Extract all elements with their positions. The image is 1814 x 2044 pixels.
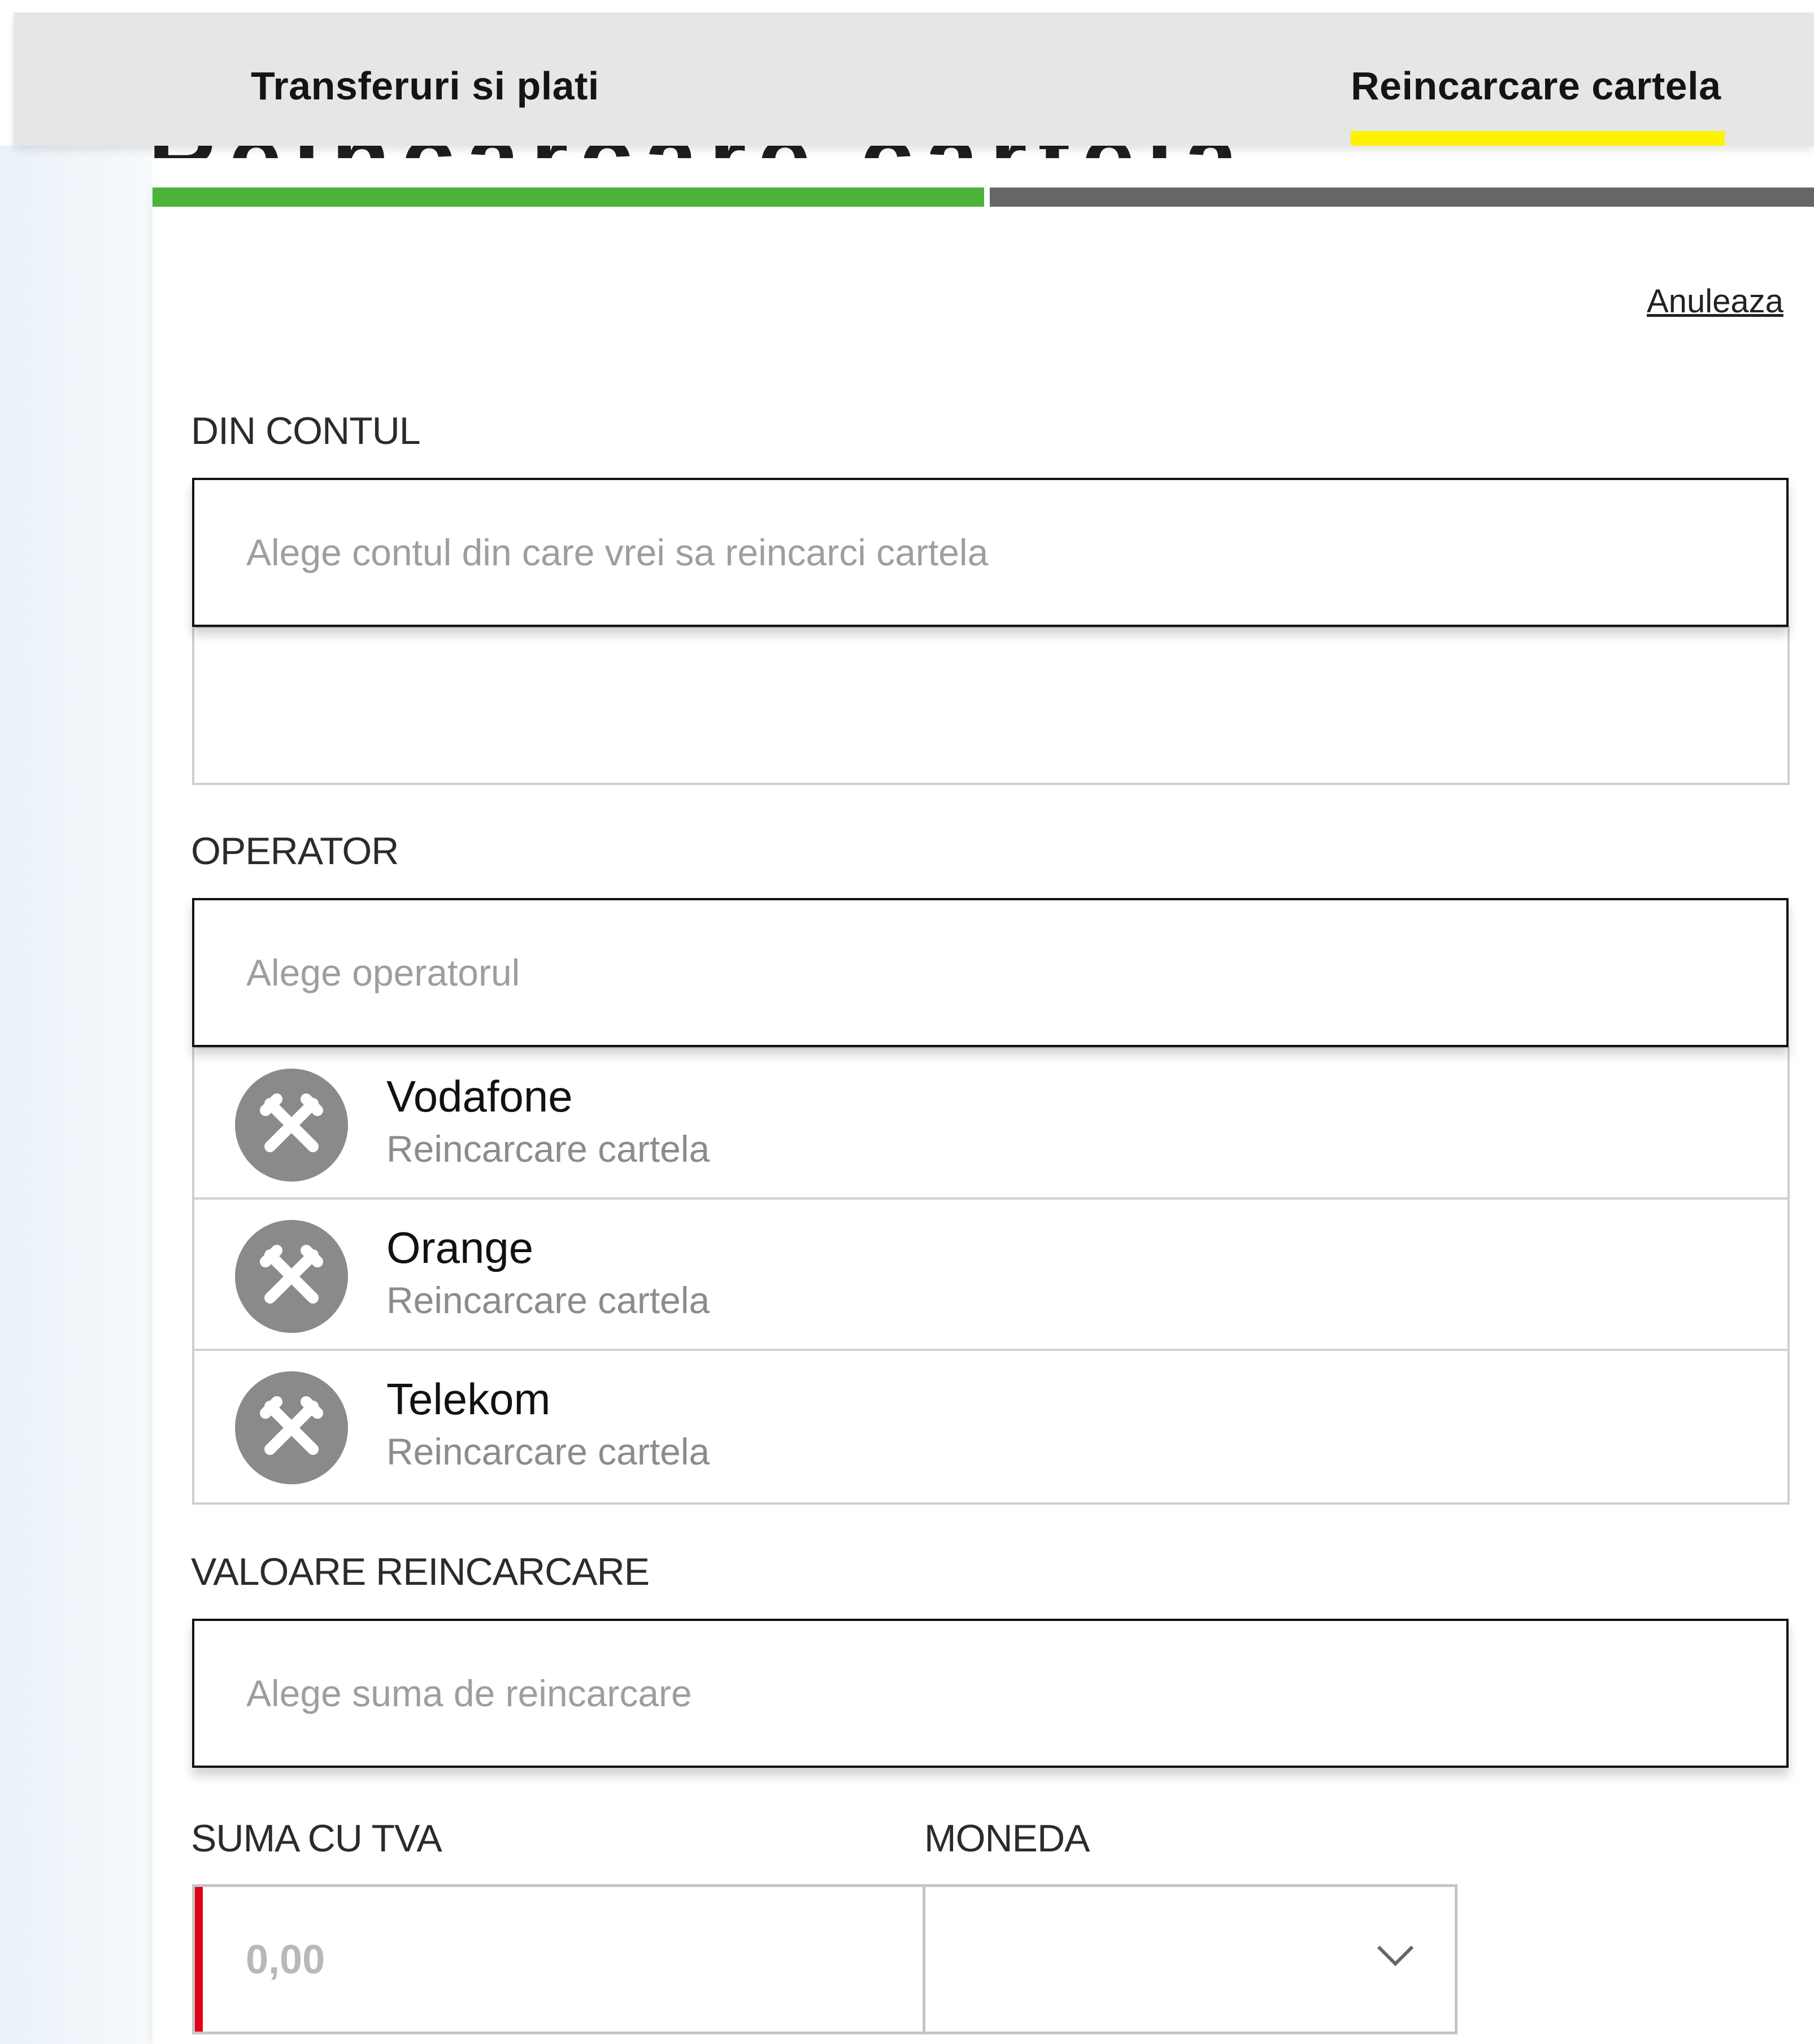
currency-select[interactable] (923, 1884, 1458, 2034)
recharge-value-placeholder: Alege suma de reincarcare (246, 1672, 692, 1714)
cancel-link[interactable]: Anuleaza (1647, 282, 1783, 320)
operator-dropdown-list: Vodafone Reincarcare cartela Orange Rein… (192, 1046, 1790, 1505)
chevron-down-icon (1377, 1945, 1414, 1967)
progress-bar-remaining (990, 188, 1814, 207)
from-account-select[interactable]: Alege contul din care vrei sa reincarci … (192, 478, 1789, 627)
operator-subtitle: Reincarcare cartela (386, 1431, 710, 1472)
operator-name: Telekom (386, 1374, 551, 1424)
operator-option-orange[interactable]: Orange Reincarcare cartela (194, 1200, 1787, 1351)
amount-with-vat-input[interactable]: 0,00 (192, 1884, 926, 2034)
validation-error-marker (195, 1887, 203, 2032)
currency-label: MONEDA (924, 1817, 1090, 1860)
account-dropdown-list[interactable] (192, 626, 1790, 785)
operator-name: Orange (386, 1223, 534, 1272)
operator-label: OPERATOR (191, 830, 399, 873)
from-account-label: DIN CONTUL (191, 409, 421, 452)
raiffeisen-logo-icon (235, 1371, 348, 1484)
operator-option-telekom[interactable]: Telekom Reincarcare cartela (194, 1351, 1787, 1502)
top-navigation: Transferuri si plati Reincarcare cartela (14, 12, 1814, 146)
recharge-value-select[interactable]: Alege suma de reincarcare (192, 1619, 1789, 1768)
recharge-value-label: VALOARE REINCARCARE (191, 1550, 650, 1593)
window-top-edge (0, 0, 1814, 12)
raiffeisen-logo-icon (235, 1069, 348, 1182)
operator-subtitle: Reincarcare cartela (386, 1279, 710, 1321)
operator-select[interactable]: Alege operatorul (192, 898, 1789, 1047)
tab-transferuri-si-plati[interactable]: Transferuri si plati (251, 63, 599, 108)
operator-name: Vodafone (386, 1071, 573, 1121)
raiffeisen-logo-icon (235, 1220, 348, 1333)
operator-option-vodafone[interactable]: Vodafone Reincarcare cartela (194, 1048, 1787, 1200)
amount-with-vat-label: SUMA CU TVA (191, 1817, 442, 1860)
amount-value: 0,00 (246, 1937, 325, 1982)
page-background (0, 146, 153, 2044)
operator-placeholder: Alege operatorul (246, 952, 520, 993)
from-account-placeholder: Alege contul din care vrei sa reincarci … (246, 531, 989, 573)
progress-bar-completed (153, 188, 984, 207)
active-tab-indicator (1351, 131, 1725, 146)
tab-reincarcare-cartela[interactable]: Reincarcare cartela (1351, 63, 1721, 108)
operator-subtitle: Reincarcare cartela (386, 1128, 710, 1170)
